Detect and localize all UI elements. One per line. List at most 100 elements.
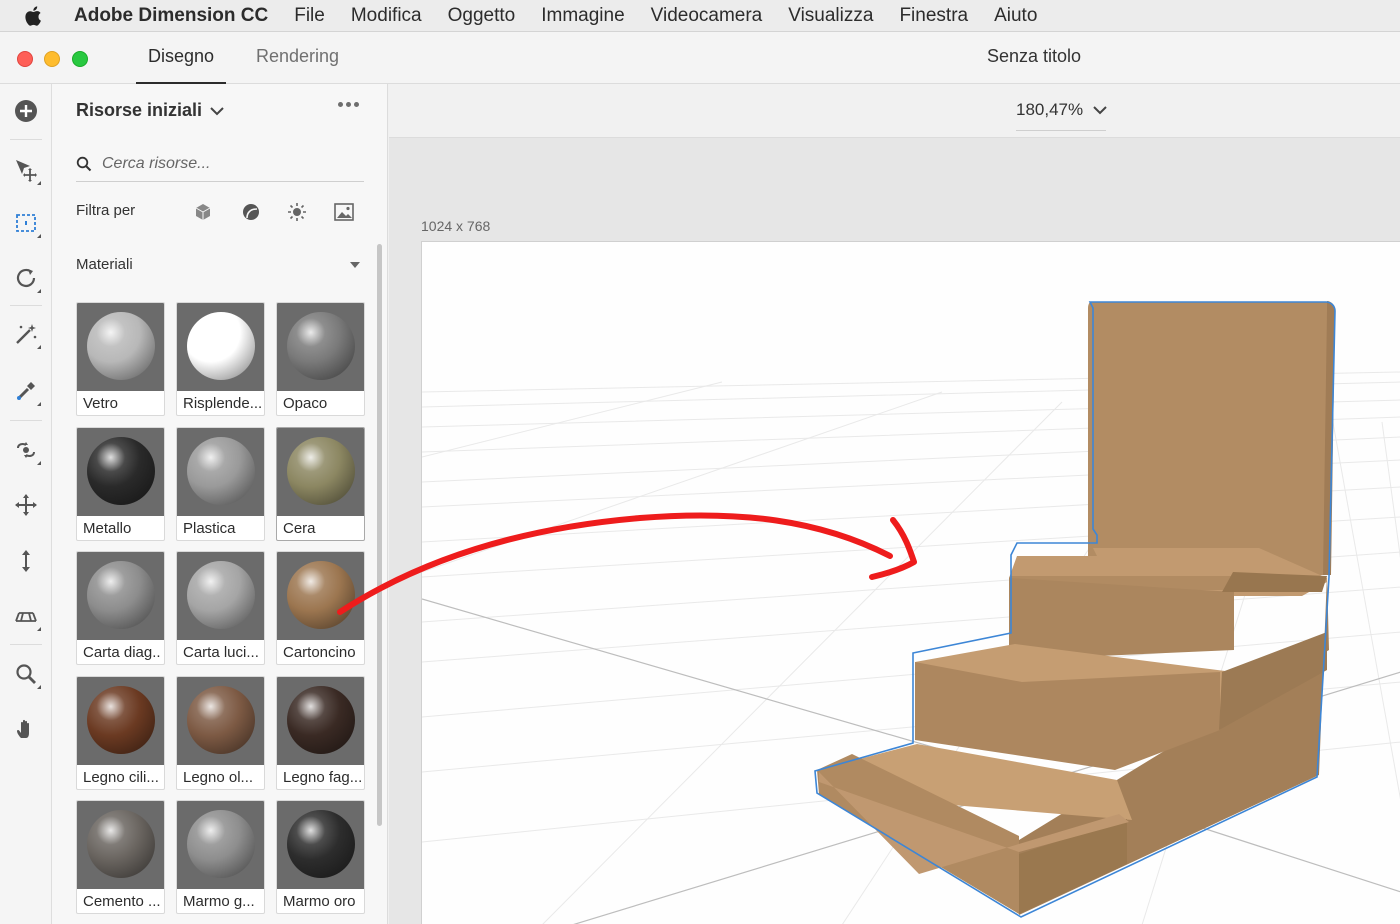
menu-aiuto[interactable]: Aiuto xyxy=(994,5,1037,27)
material-label: Risplende... xyxy=(183,395,263,412)
material-label: Marmo oro xyxy=(283,893,356,910)
material-preview-sphere xyxy=(87,810,155,878)
material-tile[interactable]: Metallo xyxy=(76,426,165,541)
light-icon[interactable] xyxy=(286,201,308,223)
search-input[interactable] xyxy=(102,154,342,173)
material-preview-sphere xyxy=(187,561,255,629)
material-preview-sphere xyxy=(87,685,155,754)
eyedropper-icon[interactable] xyxy=(8,373,44,409)
model-icon[interactable] xyxy=(192,201,214,223)
window-title-bar: Disegno Rendering Senza titolo xyxy=(0,32,1400,84)
material-preview-sphere xyxy=(287,561,355,629)
material-tile[interactable]: Cera xyxy=(276,426,365,541)
close-window-button[interactable] xyxy=(17,51,33,67)
material-preview-sphere xyxy=(287,810,355,878)
material-tile[interactable]: Marmo g... xyxy=(176,800,265,914)
material-thumbnail xyxy=(177,303,264,391)
menu-videocamera[interactable]: Videocamera xyxy=(651,5,763,27)
menu-oggetto[interactable]: Oggetto xyxy=(448,5,516,27)
material-label: Legno ol... xyxy=(183,768,254,786)
material-tile[interactable]: Cartoncino xyxy=(276,551,365,665)
material-label: Legno cili... xyxy=(83,768,159,786)
material-tile[interactable]: Legno fag... xyxy=(276,675,365,790)
material-label: Plastica xyxy=(183,519,236,537)
material-label: Cera xyxy=(283,519,316,537)
material-preview-sphere xyxy=(87,561,155,629)
material-preview-sphere xyxy=(187,685,255,754)
stair-model[interactable] xyxy=(814,301,1336,918)
document-title: Senza titolo xyxy=(987,46,1082,66)
horizon-icon[interactable] xyxy=(8,598,44,634)
dolly-camera-icon[interactable] xyxy=(8,543,44,579)
material-preview-sphere xyxy=(287,436,355,505)
canvas-area: 180,47% 1024 x 768 xyxy=(389,84,1400,924)
material-thumbnail xyxy=(177,676,264,765)
material-preview-sphere xyxy=(187,810,255,878)
material-thumbnail xyxy=(177,427,264,516)
material-label: Opaco xyxy=(283,395,328,412)
zoom-bar: 180,47% xyxy=(389,84,1400,138)
material-tile[interactable]: Cemento ... xyxy=(76,800,165,914)
3d-viewport[interactable] xyxy=(421,241,1400,924)
collapse-arrow-icon[interactable] xyxy=(350,262,360,268)
zoom-window-button[interactable] xyxy=(72,51,88,67)
material-thumbnail xyxy=(277,303,364,391)
material-label: Cartoncino xyxy=(283,644,356,661)
more-options-icon[interactable] xyxy=(338,102,359,107)
scene-svg xyxy=(422,301,1400,924)
orbit-icon[interactable] xyxy=(8,260,44,296)
material-preview-sphere xyxy=(87,436,155,505)
minimize-window-button[interactable] xyxy=(44,51,60,67)
material-tile[interactable]: Vetro xyxy=(76,302,165,416)
material-thumbnail xyxy=(77,676,164,765)
material-preview-sphere xyxy=(87,312,155,380)
section-materials[interactable]: Materiali xyxy=(76,256,133,273)
material-tile[interactable]: Carta diag.. xyxy=(76,551,165,665)
zoom-icon[interactable] xyxy=(8,656,44,692)
apple-icon[interactable] xyxy=(24,5,52,27)
material-thumbnail xyxy=(77,552,164,640)
material-tile[interactable]: Risplende... xyxy=(176,302,265,416)
tab-disegno[interactable]: Disegno xyxy=(135,46,227,84)
chevron-down-icon xyxy=(1093,106,1107,115)
material-tile[interactable]: Legno cili... xyxy=(76,675,165,790)
menu-file[interactable]: File xyxy=(294,5,325,27)
magic-wand-icon[interactable] xyxy=(8,316,44,352)
panel-scrollbar[interactable] xyxy=(377,244,382,826)
zoom-dropdown[interactable]: 180,47% xyxy=(1016,100,1107,120)
search-field[interactable] xyxy=(76,146,364,182)
material-tile[interactable]: Legno ol... xyxy=(176,675,265,790)
material-thumbnail xyxy=(177,801,264,889)
menu-visualizza[interactable]: Visualizza xyxy=(788,5,873,27)
material-tile[interactable]: Plastica xyxy=(176,426,265,541)
orbit-camera-icon[interactable] xyxy=(8,432,44,468)
panel-title: Risorse iniziali xyxy=(76,100,203,120)
search-icon xyxy=(76,156,92,171)
tab-rendering[interactable]: Rendering xyxy=(256,46,339,67)
material-label: Marmo g... xyxy=(183,893,255,910)
marquee-select-icon[interactable] xyxy=(8,205,44,241)
hand-icon[interactable] xyxy=(8,711,44,747)
menu-modifica[interactable]: Modifica xyxy=(351,5,422,27)
zoom-level: 180,47% xyxy=(1016,100,1084,119)
image-icon[interactable] xyxy=(333,201,355,223)
filter-label: Filtra per xyxy=(76,202,136,219)
material-tile[interactable]: Opaco xyxy=(276,302,365,416)
select-move-icon[interactable] xyxy=(8,152,44,188)
material-thumbnail xyxy=(277,427,364,516)
material-icon[interactable] xyxy=(240,201,262,223)
material-label: Vetro xyxy=(83,395,119,412)
menu-immagine[interactable]: Immagine xyxy=(541,5,624,27)
add-content-icon[interactable] xyxy=(8,93,44,129)
material-preview-sphere xyxy=(187,312,255,380)
menu-finestra[interactable]: Finestra xyxy=(899,5,968,27)
assets-panel: Risorse iniziali Filtra per Materiali Ve… xyxy=(52,84,388,924)
material-thumbnail xyxy=(77,303,164,391)
material-tile[interactable]: Carta luci... xyxy=(176,551,265,665)
app-name-menu[interactable]: Adobe Dimension CC xyxy=(74,5,268,27)
pan-camera-icon[interactable] xyxy=(8,487,44,523)
material-tile[interactable]: Marmo oro xyxy=(276,800,365,914)
menu-bar: Adobe Dimension CC File Modifica Oggetto… xyxy=(0,0,1400,32)
material-thumbnail xyxy=(77,427,164,516)
assets-dropdown[interactable]: Risorse iniziali xyxy=(76,100,224,121)
